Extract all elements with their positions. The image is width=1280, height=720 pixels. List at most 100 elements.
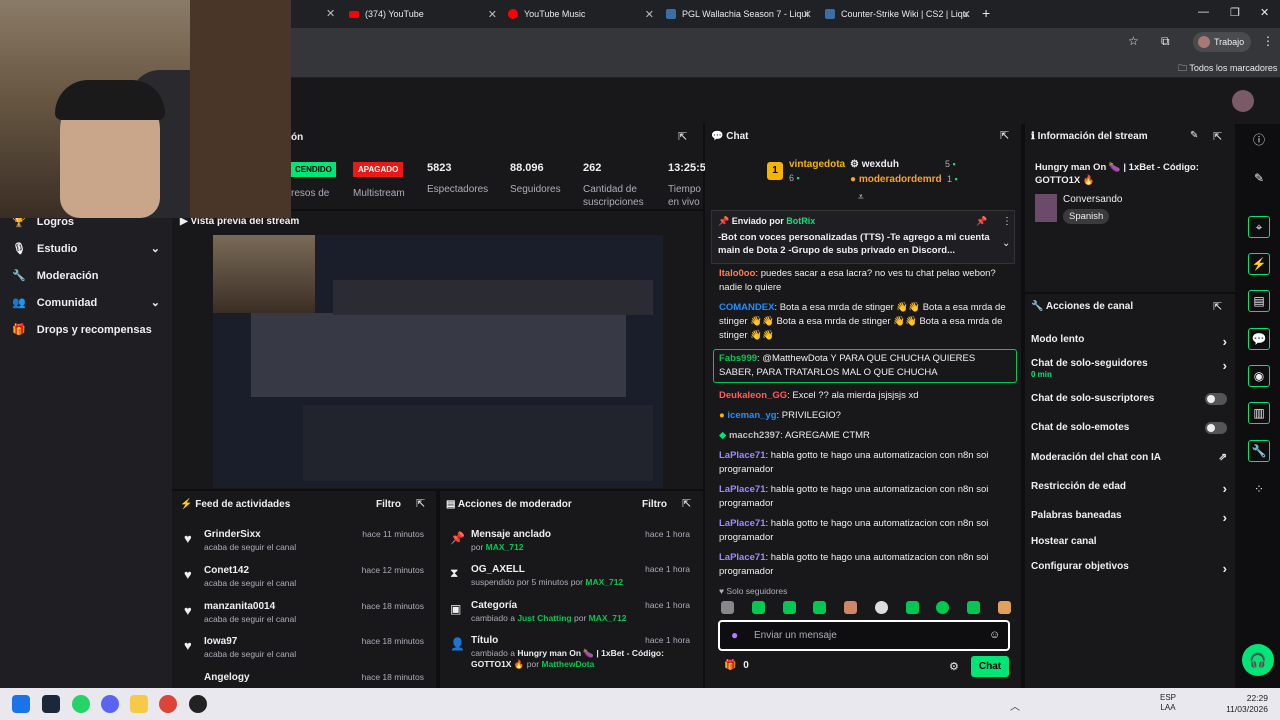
subs-only-toggle[interactable]: [1205, 393, 1227, 405]
popout-icon[interactable]: ⇱: [1213, 300, 1222, 313]
edit-icon[interactable]: ✎: [1190, 130, 1198, 141]
mod-filter-button[interactable]: Filtro: [642, 499, 667, 510]
star-icon[interactable]: ☆: [1128, 34, 1139, 48]
close-window-icon[interactable]: ✕: [1260, 6, 1269, 19]
lightning-icon[interactable]: ⚡: [1248, 253, 1270, 275]
language-tag[interactable]: Spanish: [1063, 209, 1110, 224]
chat-user[interactable]: LaPlace71: [719, 552, 765, 563]
mod-user[interactable]: MAX_712: [589, 613, 627, 623]
feed-user[interactable]: manzanita0014: [204, 601, 275, 612]
info-icon[interactable]: ⓘ: [1248, 128, 1270, 150]
chevron-up-icon[interactable]: ︿: [1010, 698, 1020, 713]
chat-user[interactable]: macch2397: [729, 430, 780, 441]
sidebar-item-moderacion[interactable]: 🔧 Moderación: [12, 269, 99, 282]
language-indicator[interactable]: ESP LAA: [1160, 693, 1176, 713]
emote-icon[interactable]: [967, 601, 981, 614]
minimize-icon[interactable]: —: [1198, 6, 1209, 18]
tab-cs-wiki[interactable]: Counter-Strike Wiki | CS2 | Liqu ✕: [825, 4, 971, 24]
unpin-icon[interactable]: 📌: [976, 216, 987, 227]
chevron-down-icon[interactable]: ⌄: [1002, 238, 1010, 249]
feed-user[interactable]: Conet142: [204, 565, 249, 576]
layout-icon[interactable]: ▥: [1248, 402, 1270, 424]
pinned-user[interactable]: BotRix: [786, 216, 815, 226]
settings-gear-icon[interactable]: ⚙: [949, 660, 959, 673]
top-gifter-2[interactable]: ⚙ wexduh: [850, 159, 899, 170]
new-tab-icon[interactable]: +: [982, 5, 990, 21]
close-tab-icon[interactable]: ✕: [645, 8, 654, 21]
action-subs-only[interactable]: Chat de solo-suscriptores: [1031, 393, 1227, 405]
chat-user[interactable]: Italo0oo: [719, 268, 755, 279]
emote-icon[interactable]: [782, 601, 796, 614]
menu-kebab-icon[interactable]: ⋮: [1262, 34, 1274, 48]
windows-start-icon[interactable]: [12, 695, 30, 713]
dots-icon[interactable]: ⁘: [1248, 478, 1270, 500]
emote-icon[interactable]: [997, 601, 1011, 614]
stream-video[interactable]: [213, 235, 663, 488]
action-emotes-only[interactable]: Chat de solo-emotes: [1031, 422, 1227, 434]
chat-bubble-icon[interactable]: 💬: [1248, 328, 1270, 350]
category-name[interactable]: Conversando: [1063, 194, 1122, 205]
action-banned-words[interactable]: Palabras baneadas ›: [1031, 510, 1227, 525]
mod-user[interactable]: MAX_712: [486, 542, 524, 552]
whatsapp-icon[interactable]: [72, 695, 90, 713]
all-bookmarks[interactable]: 🗀 Todos los marcadores: [1178, 61, 1277, 77]
action-age-restriction[interactable]: Restricción de edad ›: [1031, 481, 1227, 496]
mod-user[interactable]: MatthewDota: [541, 659, 594, 669]
chat-user[interactable]: Deukaleon_GG: [719, 390, 787, 401]
action-goals[interactable]: Configurar objetivos ›: [1031, 561, 1227, 576]
chat-input[interactable]: ● Enviar un mensaje ☺: [718, 620, 1010, 651]
file-explorer-icon[interactable]: [130, 695, 148, 713]
popout-icon[interactable]: ⇱: [1213, 130, 1222, 143]
send-chat-button[interactable]: Chat: [971, 656, 1009, 677]
action-ai-moderation[interactable]: Moderación del chat con IA ⇗: [1031, 452, 1227, 463]
clipboard-icon[interactable]: ▤: [1248, 290, 1270, 312]
chat-user[interactable]: LaPlace71: [719, 518, 765, 529]
feed-user[interactable]: Iowa97: [204, 636, 237, 647]
mod-user[interactable]: MAX_712: [585, 577, 623, 587]
restore-icon[interactable]: ❐: [1230, 6, 1240, 19]
emote-icon[interactable]: [905, 601, 919, 614]
more-options-icon[interactable]: ⋮: [1002, 216, 1012, 227]
close-tab-icon[interactable]: ✕: [803, 8, 812, 21]
sidebar-item-comunidad[interactable]: 👥 Comunidad ⌄: [12, 296, 160, 309]
emote-icon[interactable]: [844, 601, 858, 614]
top-gifter-3[interactable]: ● moderadordemrd: [850, 174, 942, 185]
tab-youtube-music[interactable]: YouTube Music ✕: [508, 4, 654, 24]
emoji-icon[interactable]: ☺: [989, 629, 1000, 641]
feed-user[interactable]: Angelogy: [204, 672, 250, 683]
popout-icon[interactable]: ⇱: [682, 497, 691, 510]
popout-icon[interactable]: ⇱: [1000, 129, 1009, 142]
discord-icon[interactable]: [101, 695, 119, 713]
tab-pgl[interactable]: PGL Wallachia Season 7 - Liqui ✕: [666, 4, 812, 24]
profile-button[interactable]: Trabajo: [1193, 32, 1251, 52]
close-tab-icon[interactable]: ✕: [962, 8, 971, 21]
emote-icon[interactable]: [874, 601, 888, 614]
emote-icon[interactable]: [721, 601, 734, 614]
sidebar-item-estudio[interactable]: 🎙 Estudio ⌄: [12, 242, 160, 255]
chat-user[interactable]: COMANDEX: [719, 302, 774, 313]
mic-icon[interactable]: ●: [731, 628, 738, 642]
close-tab-icon[interactable]: ✕: [326, 7, 335, 20]
action-host-channel[interactable]: Hostear canal: [1031, 536, 1227, 547]
emote-icon[interactable]: [936, 601, 950, 614]
chat-user[interactable]: LaPlace71: [719, 484, 765, 495]
user-avatar[interactable]: [1232, 90, 1254, 112]
close-tab-icon[interactable]: ✕: [488, 8, 497, 21]
action-slow-mode[interactable]: Modo lento ›: [1031, 334, 1227, 349]
clip-icon[interactable]: ⌖: [1248, 216, 1270, 238]
popout-icon[interactable]: ⇱: [416, 497, 425, 510]
channel-points[interactable]: 🎁 0: [724, 660, 749, 671]
feed-user[interactable]: GrinderSixx: [204, 529, 261, 540]
broadcast-icon[interactable]: ◉: [1248, 365, 1270, 387]
pencil-icon[interactable]: ✎: [1248, 167, 1270, 189]
action-followers-only[interactable]: Chat de solo-seguidores 0 min ›: [1031, 358, 1227, 380]
emote-icon[interactable]: [813, 601, 827, 614]
chrome-icon[interactable]: [159, 695, 177, 713]
extensions-icon[interactable]: ⧉: [1161, 34, 1170, 49]
chat-user[interactable]: iceman_yg: [727, 410, 776, 421]
chat-user[interactable]: LaPlace71: [719, 450, 765, 461]
popout-icon[interactable]: ⇱: [678, 130, 687, 143]
sidebar-item-drops[interactable]: 🎁 Drops y recompensas: [12, 323, 152, 336]
obs-icon[interactable]: [189, 695, 207, 713]
expand-icon[interactable]: ⩡: [858, 192, 864, 203]
